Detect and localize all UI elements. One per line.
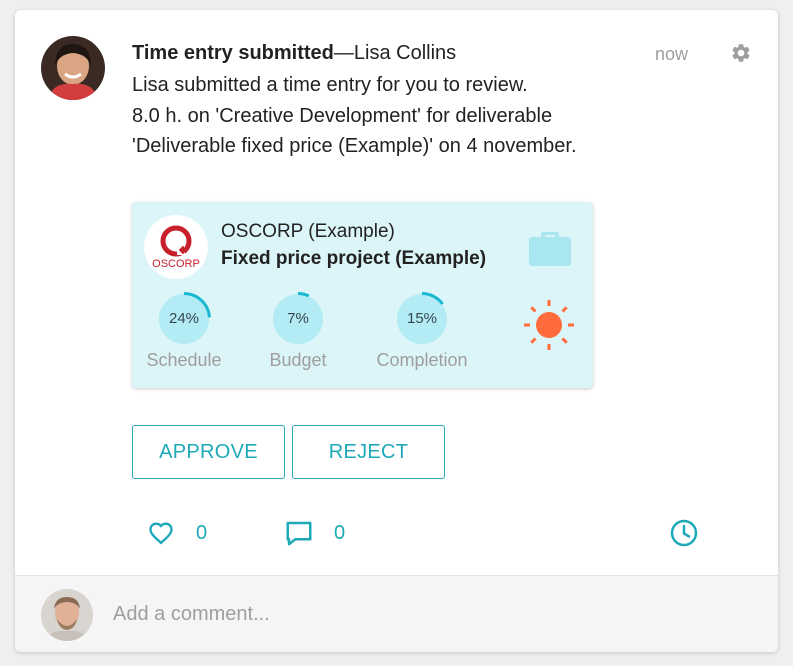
completion-label: Completion [376, 350, 468, 370]
metric-schedule: 24% Schedule [124, 292, 244, 371]
briefcase-icon [529, 226, 571, 266]
clock-icon[interactable] [669, 518, 699, 548]
project-card[interactable]: OSCORP OSCORP (Example) Fixed price proj… [132, 202, 593, 388]
comment-bar [15, 575, 778, 652]
notification-header: Time entry submitted—Lisa Collins [132, 42, 456, 65]
author-avatar[interactable] [41, 36, 105, 100]
notification-title: Time entry submitted [132, 42, 334, 64]
current-user-avatar [41, 589, 93, 641]
like-button[interactable]: 0 [146, 515, 207, 551]
body-line: Lisa submitted a time entry for you to r… [132, 74, 528, 96]
metric-budget: 7% Budget [238, 292, 358, 371]
timestamp: now [655, 44, 689, 64]
notification-body: Lisa submitted a time entry for you to r… [132, 70, 577, 162]
metric-completion: 15% Completion [362, 292, 482, 371]
title-separator: — [333, 42, 354, 64]
schedule-ring: 24% [157, 292, 211, 346]
comment-input[interactable] [113, 590, 753, 638]
budget-ring: 7% [271, 292, 325, 346]
budget-label: Budget [269, 350, 327, 370]
schedule-label: Schedule [146, 350, 222, 370]
notification-author[interactable]: Lisa Collins [354, 42, 456, 64]
body-line: 8.0 h. on 'Creative Development' for del… [132, 104, 553, 127]
heart-icon [149, 522, 173, 545]
comment-button[interactable]: 0 [284, 515, 345, 551]
logo-text: OSCORP [152, 258, 200, 270]
client-name[interactable]: OSCORP (Example) [221, 221, 395, 243]
comment-count: 0 [334, 521, 346, 544]
reject-button[interactable]: REJECT [292, 425, 445, 479]
gear-icon[interactable] [730, 42, 752, 64]
sun-icon [522, 298, 576, 352]
completion-ring: 15% [395, 292, 449, 346]
budget-percent: 7% [287, 310, 309, 327]
like-count: 0 [196, 521, 208, 544]
notification-card: Time entry submitted—Lisa Collins now Li… [15, 10, 778, 652]
schedule-percent: 24% [168, 310, 200, 327]
speech-bubble-icon [286, 521, 312, 546]
approve-button[interactable]: APPROVE [132, 425, 285, 479]
client-logo: OSCORP [144, 215, 208, 279]
completion-percent: 15% [406, 310, 438, 327]
project-name[interactable]: Fixed price project (Example) [221, 248, 486, 270]
body-line: 'Deliverable fixed price (Example)' on 4… [132, 135, 577, 157]
